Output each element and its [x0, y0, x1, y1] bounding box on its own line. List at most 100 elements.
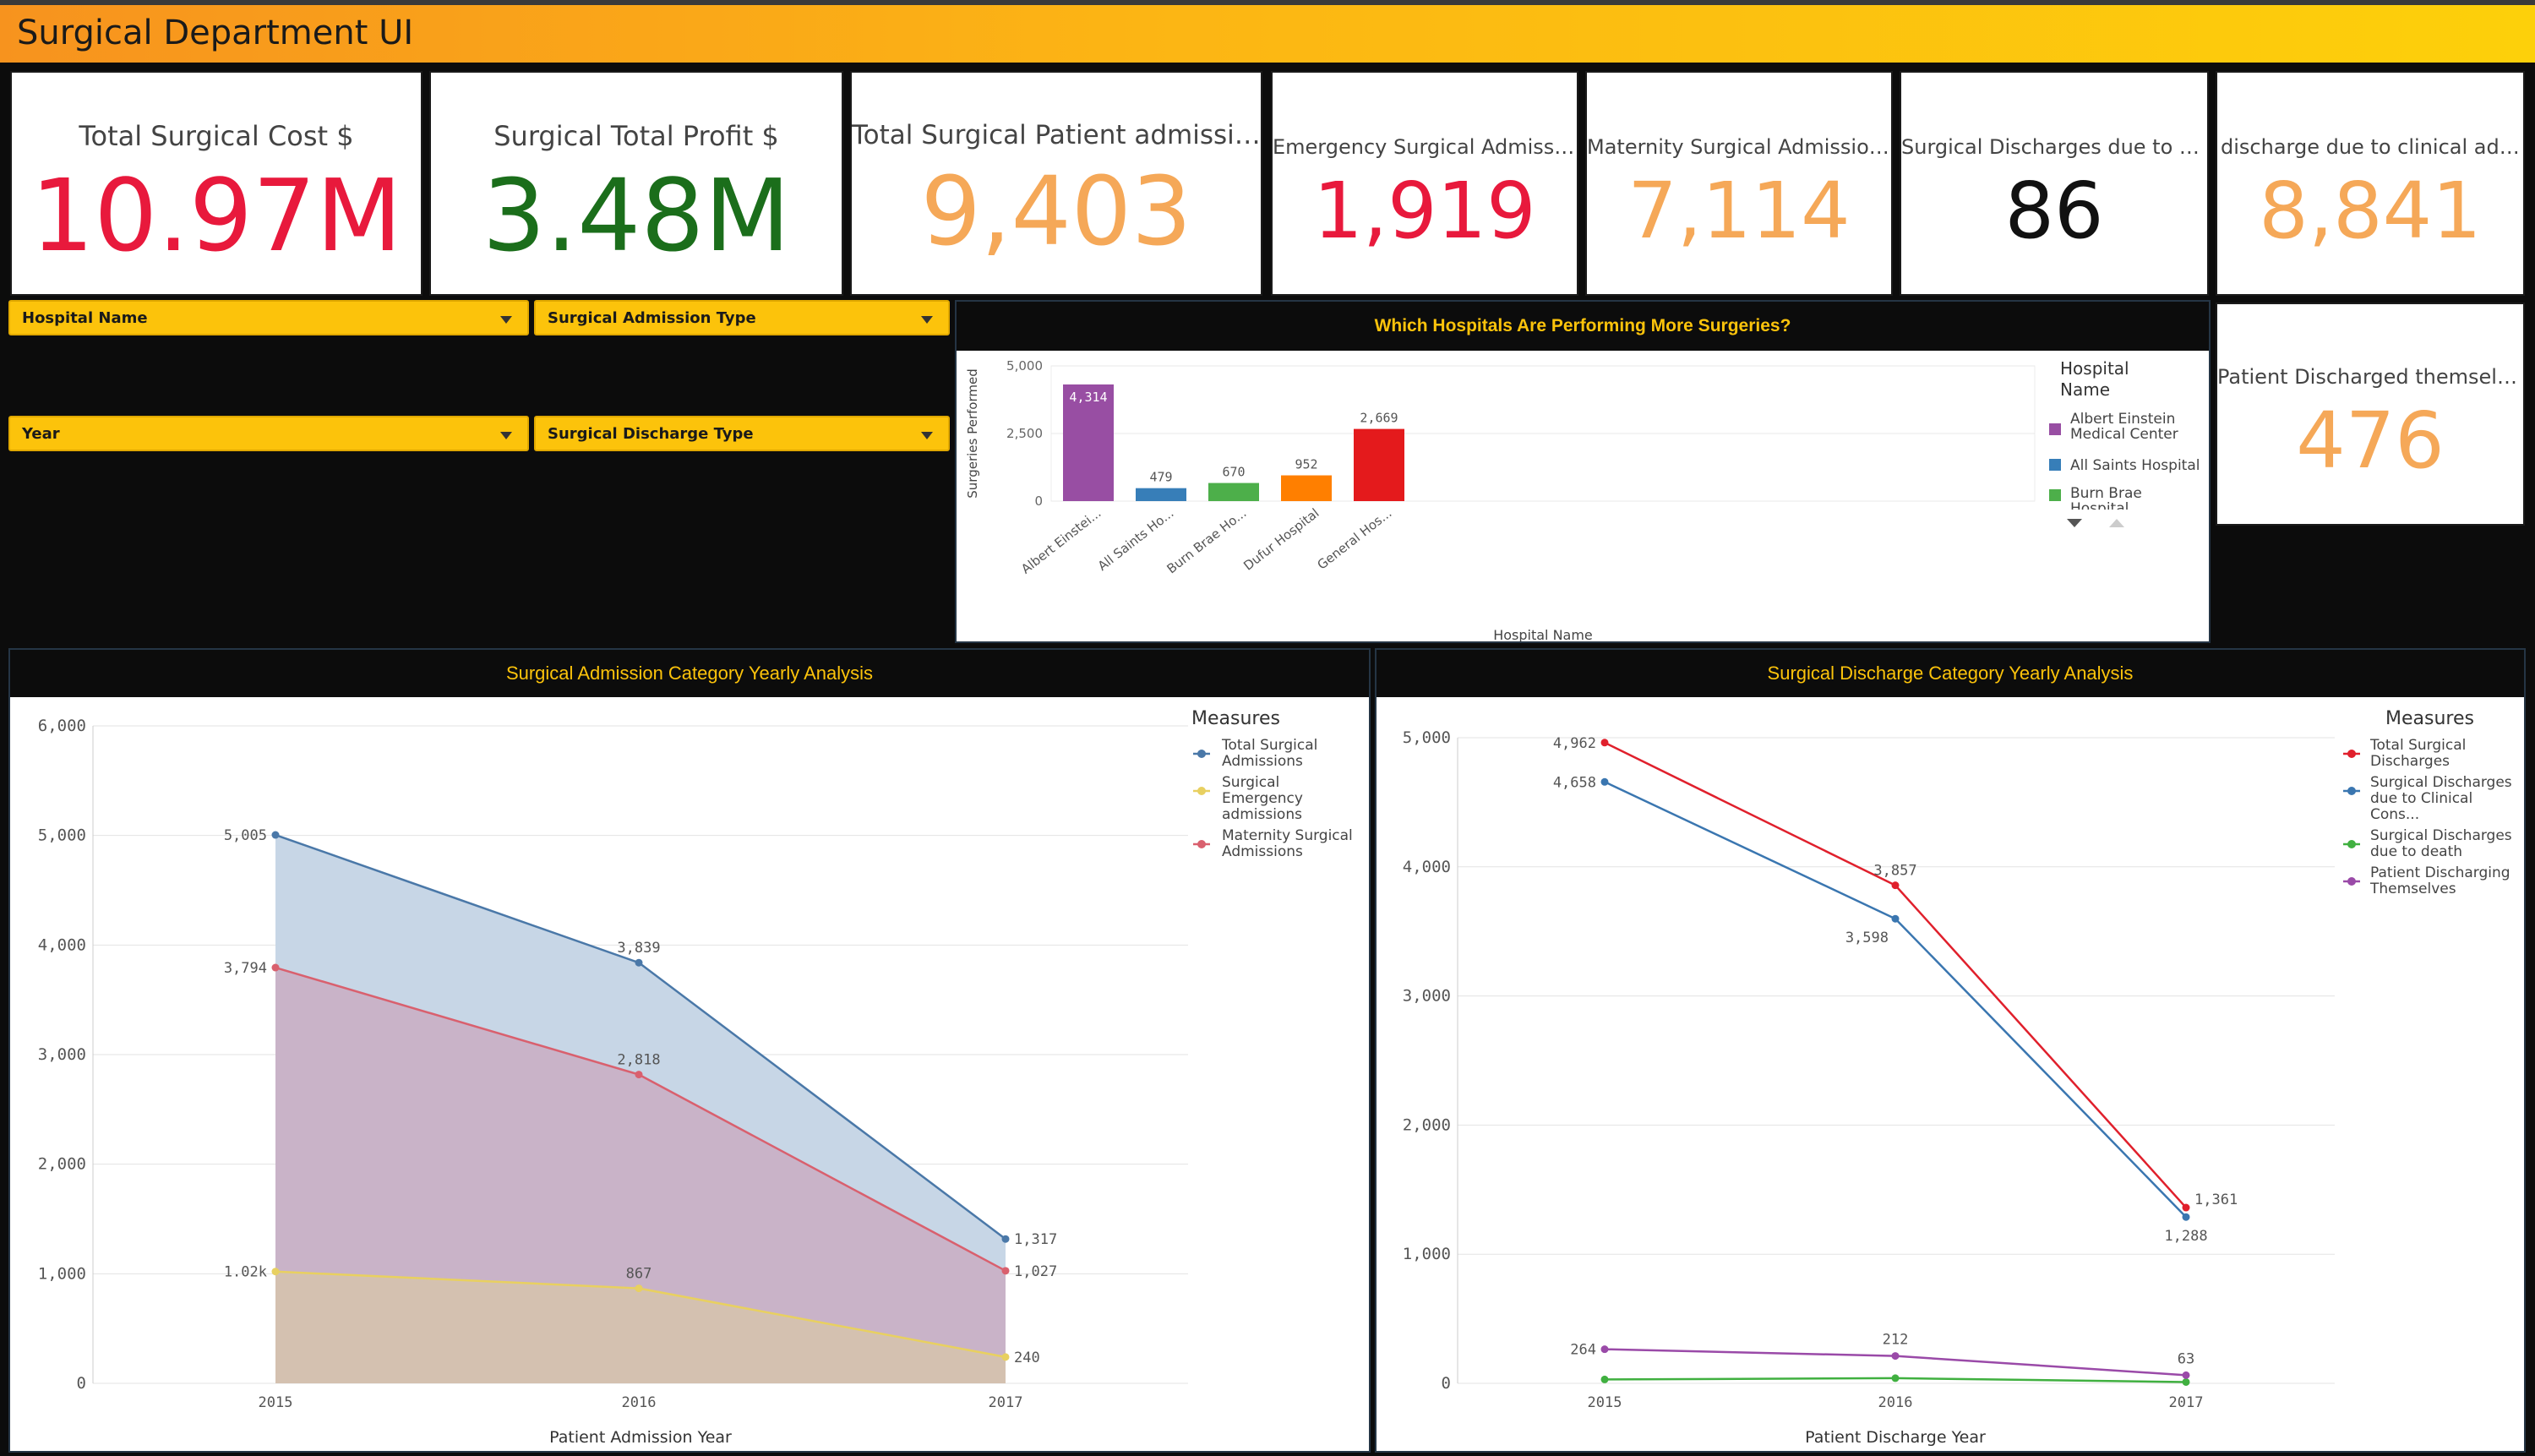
data-point[interactable]	[1891, 881, 1900, 890]
data-point[interactable]	[1600, 777, 1609, 786]
bar-value-label: 4,314	[1069, 390, 1107, 405]
bar[interactable]	[1354, 428, 1404, 501]
data-point[interactable]	[1600, 739, 1609, 747]
data-label: 1,361	[2194, 1192, 2238, 1208]
legend-marker	[2347, 877, 2356, 886]
data-label: 3,839	[617, 940, 660, 957]
kpi-label: Emergency Surgical Admissions	[1273, 135, 1577, 159]
y-tick-label: 5,000	[1403, 728, 1451, 747]
legend-scroll-up-icon[interactable]	[2109, 519, 2124, 527]
data-point[interactable]	[271, 831, 280, 839]
legend-item[interactable]: Burn Brae	[2070, 485, 2142, 502]
legend-item[interactable]: admissions	[1222, 806, 1302, 823]
legend-item[interactable]: Surgical	[1222, 774, 1279, 791]
bar[interactable]	[1281, 475, 1332, 501]
data-point[interactable]	[1891, 914, 1900, 923]
x-tick-label: Burn Brae Ho...	[1164, 505, 1249, 576]
data-point[interactable]	[1001, 1235, 1010, 1243]
bar-value-label: 952	[1295, 457, 1317, 472]
legend-marker	[2347, 787, 2356, 795]
data-point[interactable]	[2182, 1371, 2190, 1379]
kpi-label: Maternity Surgical Admissions	[1587, 135, 1891, 159]
hospital-name-filter[interactable]: Hospital Name	[8, 300, 529, 335]
legend-item[interactable]: Admissions	[1222, 753, 1303, 770]
legend-item[interactable]: due to death	[2370, 843, 2462, 860]
legend-swatch	[2049, 489, 2061, 501]
title-bar: Surgical Department UI	[0, 5, 2535, 63]
legend-item[interactable]: Surgical Discharges	[2370, 827, 2512, 844]
legend-item[interactable]: Albert Einstein	[2070, 411, 2175, 428]
data-point[interactable]	[1001, 1267, 1010, 1275]
legend-item[interactable]: Total Surgical	[2369, 737, 2466, 754]
legend-item[interactable]: Discharges	[2370, 753, 2450, 770]
panel-title: Surgical Discharge Category Yearly Analy…	[1377, 650, 2524, 697]
data-point[interactable]	[2182, 1203, 2190, 1212]
x-axis-label: Hospital Name	[1493, 627, 1593, 641]
legend-item[interactable]: Themselves	[2369, 881, 2456, 897]
y-tick-label: 0	[1442, 1374, 1451, 1393]
y-axis-label: Surgeries Performed	[965, 368, 980, 498]
legend-item[interactable]: Medical Center	[2070, 426, 2178, 443]
data-label: 4,658	[1553, 774, 1596, 791]
kpi-emergency-surgical-admissions: Emergency Surgical Admissions 1,919	[1271, 71, 1578, 296]
y-tick-label: 3,000	[1403, 987, 1451, 1006]
y-tick-label: 3,000	[38, 1045, 86, 1064]
year-filter[interactable]: Year	[8, 416, 529, 451]
x-tick-label: Dufur Hospital	[1240, 505, 1322, 574]
data-point[interactable]	[2182, 1377, 2190, 1386]
x-tick-label: 2016	[1878, 1394, 1913, 1411]
kpi-value: 7,114	[1627, 166, 1851, 256]
data-point[interactable]	[1891, 1352, 1900, 1361]
legend-title: Hospital	[2060, 358, 2129, 379]
series-line[interactable]	[1604, 781, 2187, 1219]
x-tick-label: 2015	[1588, 1394, 1622, 1411]
legend-item[interactable]: Hospital	[2070, 500, 2129, 517]
bar[interactable]	[1136, 488, 1186, 501]
x-tick-label: General Hos...	[1314, 505, 1394, 573]
data-point[interactable]	[635, 1284, 643, 1293]
data-point[interactable]	[635, 958, 643, 967]
data-point[interactable]	[1001, 1353, 1010, 1361]
legend-item[interactable]: Surgical Discharges	[2370, 774, 2512, 791]
surgical-admission-type-filter[interactable]: Surgical Admission Type	[534, 300, 950, 335]
y-tick-label: 5,000	[1006, 358, 1043, 374]
app-title: Surgical Department UI	[17, 14, 414, 52]
data-point[interactable]	[635, 1071, 643, 1079]
legend-item[interactable]: Cons...	[2370, 806, 2419, 823]
legend-swatch	[2049, 423, 2061, 435]
bar-value-label: 670	[1222, 465, 1245, 480]
data-point[interactable]	[1600, 1345, 1609, 1354]
kpi-value: 3.48M	[482, 157, 791, 274]
data-point[interactable]	[2182, 1213, 2190, 1221]
legend-item[interactable]: Total Surgical	[1221, 737, 1317, 754]
legend-item[interactable]: Admissions	[1222, 843, 1303, 860]
y-tick-label: 1,000	[1403, 1245, 1451, 1263]
x-tick-label: 2017	[989, 1394, 1023, 1411]
kpi-maternity-surgical-admissions: Maternity Surgical Admissions 7,114	[1585, 71, 1893, 296]
surgical-discharge-type-filter[interactable]: Surgical Discharge Type	[534, 416, 950, 451]
y-tick-label: 4,000	[1403, 858, 1451, 876]
legend-item[interactable]: Patient Discharging	[2370, 864, 2510, 881]
panel-title: Surgical Admission Category Yearly Analy…	[10, 650, 1369, 697]
y-tick-label: 0	[1034, 494, 1043, 509]
legend-item[interactable]: due to Clinical	[2370, 790, 2472, 807]
data-point[interactable]	[1600, 1375, 1609, 1383]
filter-label: Surgical Admission Type	[548, 309, 756, 327]
legend-item[interactable]: Emergency	[1222, 790, 1303, 807]
x-axis-label: Patient Discharge Year	[1805, 1428, 1986, 1447]
kpi-label: Total Surgical Cost $	[79, 120, 354, 152]
legend-item[interactable]: Maternity Surgical	[1222, 827, 1353, 844]
data-point[interactable]	[271, 1268, 280, 1276]
series-line[interactable]	[1604, 741, 2187, 1208]
bar-value-label: 2,669	[1360, 411, 1398, 426]
data-label: 264	[1570, 1342, 1596, 1359]
x-tick-label: Albert Einstei...	[1018, 505, 1104, 577]
data-point[interactable]	[271, 963, 280, 972]
legend-item[interactable]: All Saints Hospital	[2070, 457, 2200, 474]
bar[interactable]	[1208, 483, 1259, 501]
kpi-patient-discharged-themselves: Patient Discharged themselves 476	[2216, 303, 2525, 526]
data-label: 1,317	[1014, 1231, 1057, 1248]
legend-scroll-down-icon[interactable]	[2067, 519, 2082, 527]
data-point[interactable]	[1891, 1374, 1900, 1382]
filter-label: Hospital Name	[22, 309, 148, 327]
